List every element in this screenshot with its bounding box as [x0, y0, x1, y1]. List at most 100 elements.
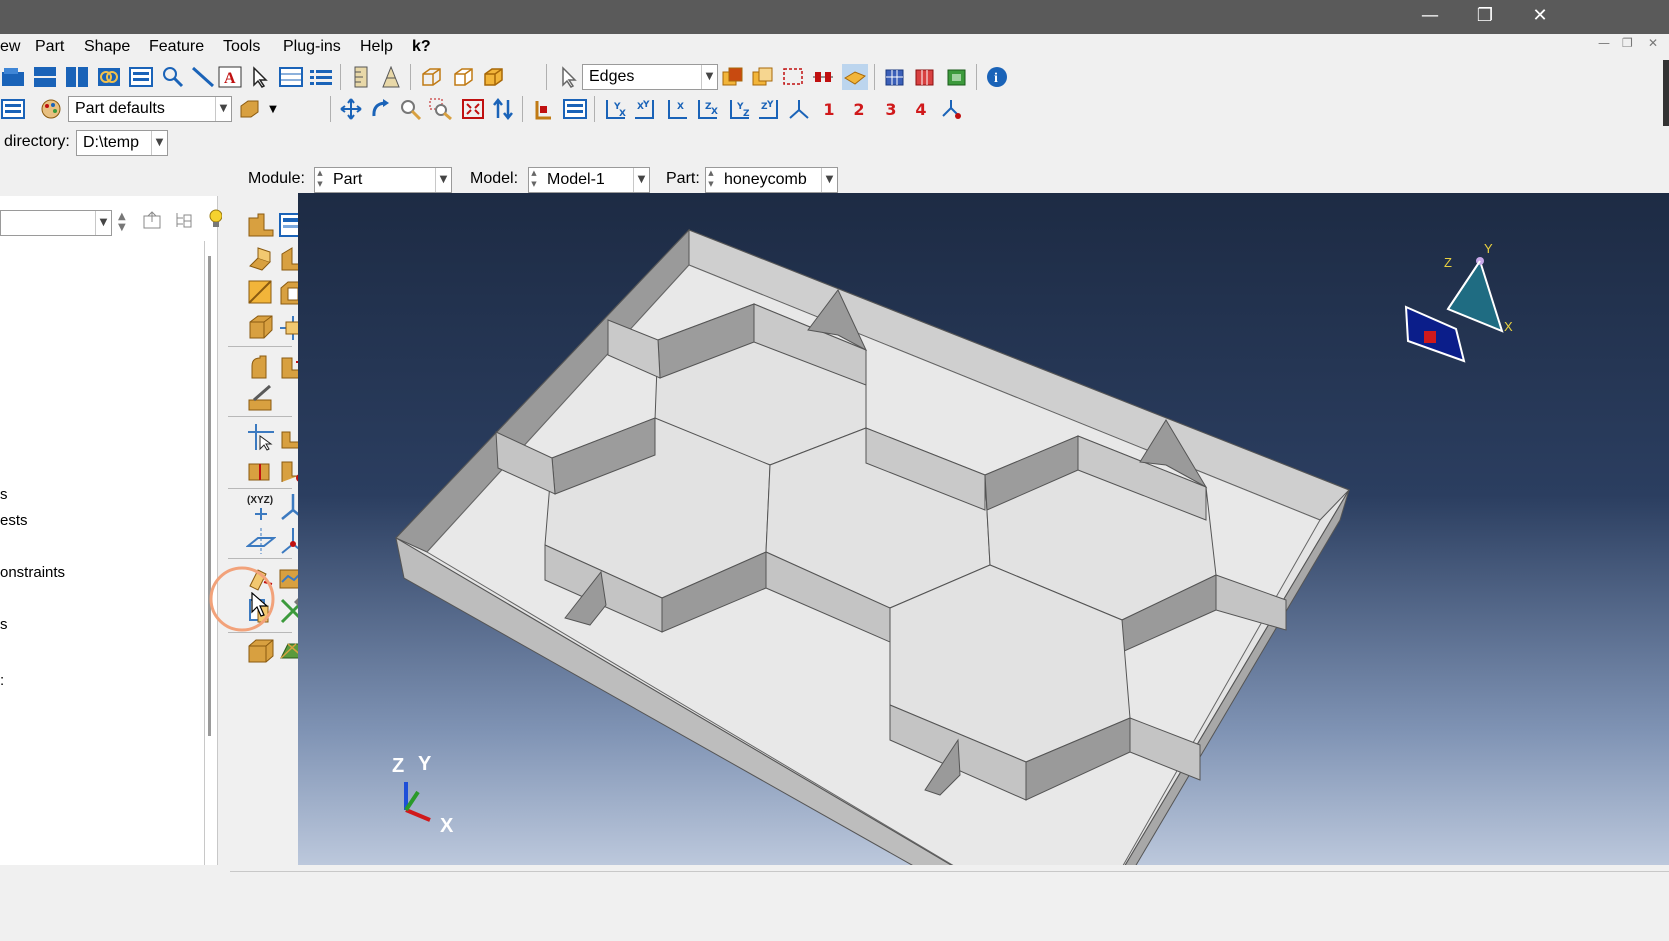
pan-icon[interactable] [338, 96, 364, 122]
user-view-3-button[interactable]: 3 [878, 96, 904, 122]
selection-arrow-icon[interactable] [556, 64, 582, 90]
file-open-icon[interactable] [0, 64, 26, 90]
view-manager-icon[interactable] [938, 96, 964, 122]
top-view-icon[interactable]: X [664, 96, 690, 122]
menu-part[interactable]: Part [35, 38, 64, 56]
menu-plugins[interactable]: Plug-ins [283, 38, 341, 56]
table-icon[interactable] [278, 64, 304, 90]
title-bar: — ❐ ✕ [0, 0, 1669, 34]
tree-item-misc[interactable]: : [0, 672, 4, 689]
part-value: honeycomb [724, 171, 807, 188]
mesh-display-icon[interactable] [882, 64, 908, 90]
triad-z-label: Z [392, 755, 404, 777]
partition-edge-icon[interactable] [246, 422, 276, 452]
tile-horizontal-icon[interactable] [32, 64, 58, 90]
select-from-interior-icon[interactable] [720, 64, 746, 90]
apply-view-icon[interactable] [562, 96, 588, 122]
view-orientation-widget[interactable]: Y Z X [1396, 239, 1526, 369]
minimize-button[interactable]: — [1410, 2, 1450, 30]
model-combo[interactable]: ▲ ▼ Model-1 ▼ [528, 167, 650, 193]
directory-combo[interactable]: D:\temp ▼ [76, 130, 168, 156]
datum-point-icon[interactable]: (XYZ) [246, 492, 276, 522]
color-dropdown-icon[interactable]: ▼ [260, 96, 286, 122]
wireframe-icon[interactable] [418, 64, 444, 90]
tree-spin-icon[interactable]: ▲ ▼ [118, 211, 126, 233]
mdi-restore-icon[interactable]: ❐ [1622, 36, 1633, 50]
spin-icon: ▲ ▼ [708, 169, 714, 188]
graphics-viewport[interactable]: Y Z X Z Y X [298, 193, 1669, 865]
replace-display-icon[interactable] [944, 64, 970, 90]
user-view-4-button[interactable]: 4 [908, 96, 934, 122]
shaded-icon[interactable] [480, 64, 506, 90]
select-cursor-icon[interactable] [247, 64, 273, 90]
partition-cell-icon[interactable] [246, 456, 276, 486]
back-view-icon[interactable]: XY [632, 96, 658, 122]
create-part-icon[interactable] [246, 210, 276, 240]
ruler-icon[interactable] [348, 64, 374, 90]
rectangle-drag-icon[interactable] [780, 64, 806, 90]
sketch-icon[interactable] [246, 384, 276, 414]
iso-view-icon[interactable] [786, 96, 812, 122]
info-icon[interactable]: i [984, 64, 1010, 90]
menu-help[interactable]: Help [360, 38, 393, 56]
box-zoom-icon[interactable] [428, 96, 454, 122]
color-cube-icon[interactable] [236, 96, 262, 122]
mdi-minimize-icon[interactable]: — [1598, 36, 1610, 50]
extrude-shell-icon[interactable] [246, 278, 276, 308]
tile-vertical-icon[interactable] [64, 64, 90, 90]
whats-this-button[interactable]: k? [412, 38, 431, 56]
tree-item-other[interactable]: s [0, 616, 8, 633]
toolbar-scrollbar[interactable] [1663, 60, 1669, 126]
tree-item-sets[interactable]: s [0, 486, 8, 503]
display-group-icon[interactable] [912, 64, 938, 90]
tree-collapse-icon[interactable] [174, 210, 194, 234]
tree-item-constraints[interactable]: onstraints [0, 564, 65, 581]
hidden-line-icon[interactable] [450, 64, 476, 90]
attribute-icon[interactable] [0, 96, 26, 122]
tree-item-requests[interactable]: ests [0, 512, 28, 529]
menu-feature[interactable]: Feature [149, 38, 204, 56]
viewport-link-icon[interactable] [96, 64, 122, 90]
restore-button[interactable]: ❐ [1465, 2, 1505, 30]
measure-icon[interactable] [378, 64, 404, 90]
part-instance-icon[interactable] [246, 636, 276, 666]
solid-cube-icon[interactable] [246, 312, 276, 342]
round-fillet-icon[interactable] [246, 352, 276, 382]
color-code-icon[interactable] [38, 96, 64, 122]
left-view-icon[interactable]: YZ [726, 96, 752, 122]
tree-scrollbar[interactable] [208, 256, 211, 736]
text-annotation-icon[interactable]: A [217, 64, 243, 90]
front-view-icon[interactable]: YX [602, 96, 628, 122]
tree-up-icon[interactable] [142, 210, 162, 234]
tree-filter-combo[interactable]: ▼ [0, 210, 112, 236]
magnify-icon[interactable] [398, 96, 424, 122]
bottom-view-icon[interactable]: ZX [694, 96, 720, 122]
auto-fit-icon[interactable] [460, 96, 486, 122]
arrow-annotation-icon[interactable] [190, 64, 216, 90]
user-view-1-button[interactable]: 1 [816, 96, 842, 122]
datum-plane-icon[interactable] [246, 526, 276, 556]
module-combo[interactable]: ▲ ▼ Part ▼ [314, 167, 452, 193]
user-view-2-button[interactable]: 2 [846, 96, 872, 122]
extrude-solid-icon[interactable] [246, 244, 276, 274]
part-combo[interactable]: ▲ ▼ honeycomb ▼ [705, 167, 838, 193]
previous-view-icon[interactable] [530, 96, 556, 122]
viewport-annotations-icon[interactable] [128, 64, 154, 90]
menu-view[interactable]: ew [0, 38, 20, 56]
rotate-icon[interactable] [368, 96, 394, 122]
directory-row: directory: D:\temp ▼ [0, 126, 1669, 160]
right-view-icon[interactable]: ZY [756, 96, 782, 122]
query-tool-icon[interactable] [160, 64, 186, 90]
cycle-views-icon[interactable] [490, 96, 516, 122]
selection-filter-combo[interactable]: Edges ▼ [582, 64, 718, 90]
menu-shape[interactable]: Shape [84, 38, 130, 56]
menu-tools[interactable]: Tools [223, 38, 260, 56]
part-defaults-combo[interactable]: Part defaults ▼ [68, 96, 232, 122]
select-from-exterior-icon[interactable] [750, 64, 776, 90]
triad-y-label: Y [418, 753, 432, 775]
close-button[interactable]: ✕ [1520, 2, 1560, 30]
select-shaded-icon[interactable] [842, 64, 868, 90]
mdi-close-icon[interactable]: ✕ [1648, 36, 1658, 50]
select-node-icon[interactable] [810, 64, 836, 90]
list-icon[interactable] [308, 64, 334, 90]
